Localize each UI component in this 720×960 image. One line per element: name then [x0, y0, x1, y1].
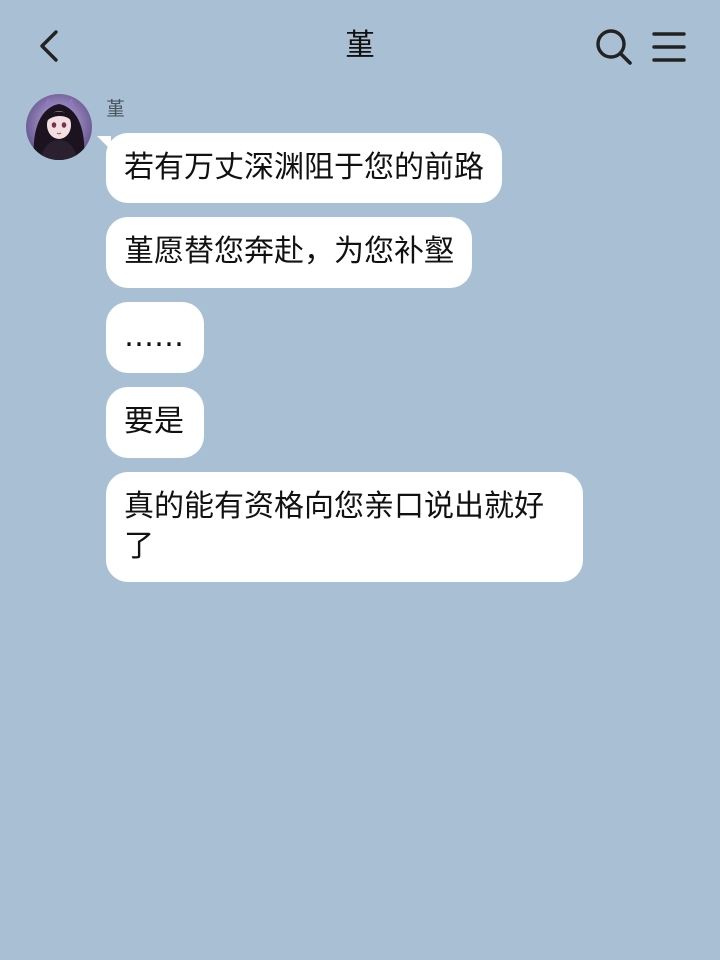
- message-text: 堇愿替您奔赴，为您补壑: [124, 234, 454, 269]
- message-bubble[interactable]: 若有万丈深渊阻于您的前路: [106, 133, 502, 203]
- message-text: 要是: [124, 404, 184, 439]
- menu-icon: [652, 32, 686, 62]
- sender-name: 堇: [106, 98, 126, 120]
- message-bubble[interactable]: 要是: [106, 387, 204, 458]
- avatar-image: [26, 94, 92, 160]
- message-bubble[interactable]: 堇愿替您奔赴，为您补壑: [106, 217, 472, 288]
- menu-button[interactable]: [648, 26, 690, 68]
- search-button[interactable]: [593, 26, 635, 68]
- message-bubble[interactable]: 真的能有资格向您亲口说出就好了: [106, 472, 583, 582]
- avatar[interactable]: [26, 94, 92, 160]
- search-icon: [596, 29, 632, 65]
- chat-header: 堇: [0, 0, 720, 92]
- message-bubble[interactable]: ……: [106, 302, 204, 373]
- message-text: 真的能有资格向您亲口说出就好了: [124, 489, 544, 564]
- message-text: ……: [124, 319, 184, 354]
- message-text: 若有万丈深渊阻于您的前路: [124, 150, 484, 185]
